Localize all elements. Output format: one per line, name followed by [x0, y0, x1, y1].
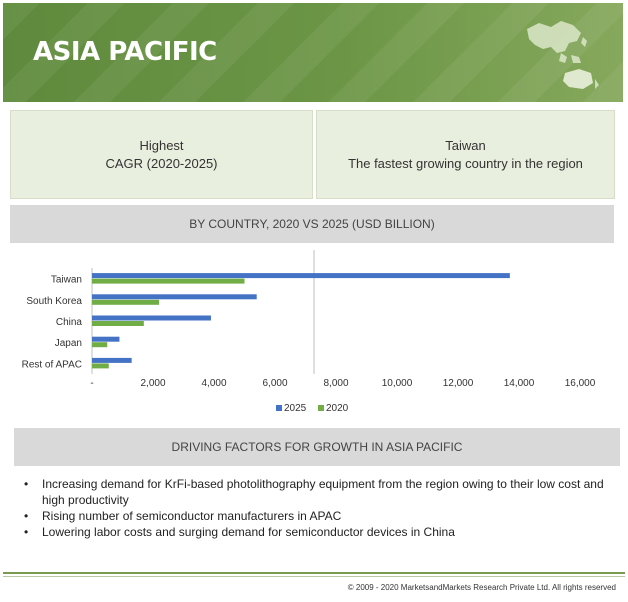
legend-label: 2025	[284, 403, 307, 414]
category-label: South Korea	[26, 296, 82, 307]
drivers-title: DRIVING FACTORS FOR GROWTH IN ASIA PACIF…	[14, 428, 620, 466]
page-title: ASIA PACIFIC	[33, 37, 217, 67]
region-banner: ASIA PACIFIC	[3, 3, 623, 102]
bar-2025-south-korea	[92, 294, 257, 300]
bar-2020-japan	[92, 342, 108, 348]
bar-2025-taiwan	[92, 273, 510, 279]
bar-2025-japan	[92, 336, 120, 342]
fastest-card-line-1: Taiwan	[445, 138, 486, 153]
bar-2020-south-korea	[92, 299, 160, 305]
drivers-list: Increasing demand for KrFi-based photoli…	[20, 476, 610, 540]
legend-swatch-2020	[318, 405, 324, 411]
category-label: Japan	[55, 338, 82, 349]
x-tick-label: 2,000	[140, 378, 165, 389]
copyright-footer: © 2009 - 2020 MarketsandMarkets Research…	[347, 583, 616, 592]
x-tick-label: 12,000	[443, 378, 474, 389]
legend-label: 2020	[326, 403, 349, 414]
category-label: China	[56, 317, 83, 328]
country-bar-chart: Taiwan South Korea China Japan Rest of APAC-…	[22, 250, 596, 414]
footer-rule	[3, 572, 625, 574]
bar-2025-rest-of-apac	[92, 357, 132, 363]
category-label: Rest of APAC	[22, 359, 82, 370]
fastest-card-line-2: The fastest growing country in the regio…	[348, 156, 583, 171]
x-tick-label: -	[90, 378, 93, 389]
bar-2020-taiwan	[92, 278, 245, 284]
legend-swatch-2025	[276, 405, 282, 411]
x-tick-label: 4,000	[201, 378, 226, 389]
bar-2020-china	[92, 321, 144, 326]
footer-rule-thin	[3, 576, 625, 577]
x-tick-label: 14,000	[504, 378, 535, 389]
x-tick-label: 10,000	[382, 378, 413, 389]
cagr-card-line-1: Highest	[139, 138, 184, 153]
x-tick-label: 6,000	[262, 378, 287, 389]
x-tick-label: 8,000	[323, 378, 348, 389]
category-label: Taiwan	[51, 275, 82, 286]
fastest-growing-card: Taiwan The fastest growing country in th…	[316, 110, 615, 199]
driver-item: Increasing demand for KrFi-based photoli…	[20, 476, 610, 508]
asia-pacific-map-icon	[527, 21, 599, 89]
x-tick-label: 16,000	[565, 378, 596, 389]
cagr-card: Highest CAGR (2020-2025)	[10, 110, 313, 199]
chart-title: BY COUNTRY, 2020 VS 2025 (USD BILLION)	[10, 205, 614, 243]
bar-2020-rest-of-apac	[92, 363, 109, 369]
driver-item: Rising number of semiconductor manufactu…	[20, 508, 610, 524]
bar-2025-china	[92, 315, 211, 321]
driver-item: Lowering labor costs and surging demand …	[20, 524, 610, 540]
cagr-card-line-2: CAGR (2020-2025)	[105, 156, 218, 171]
